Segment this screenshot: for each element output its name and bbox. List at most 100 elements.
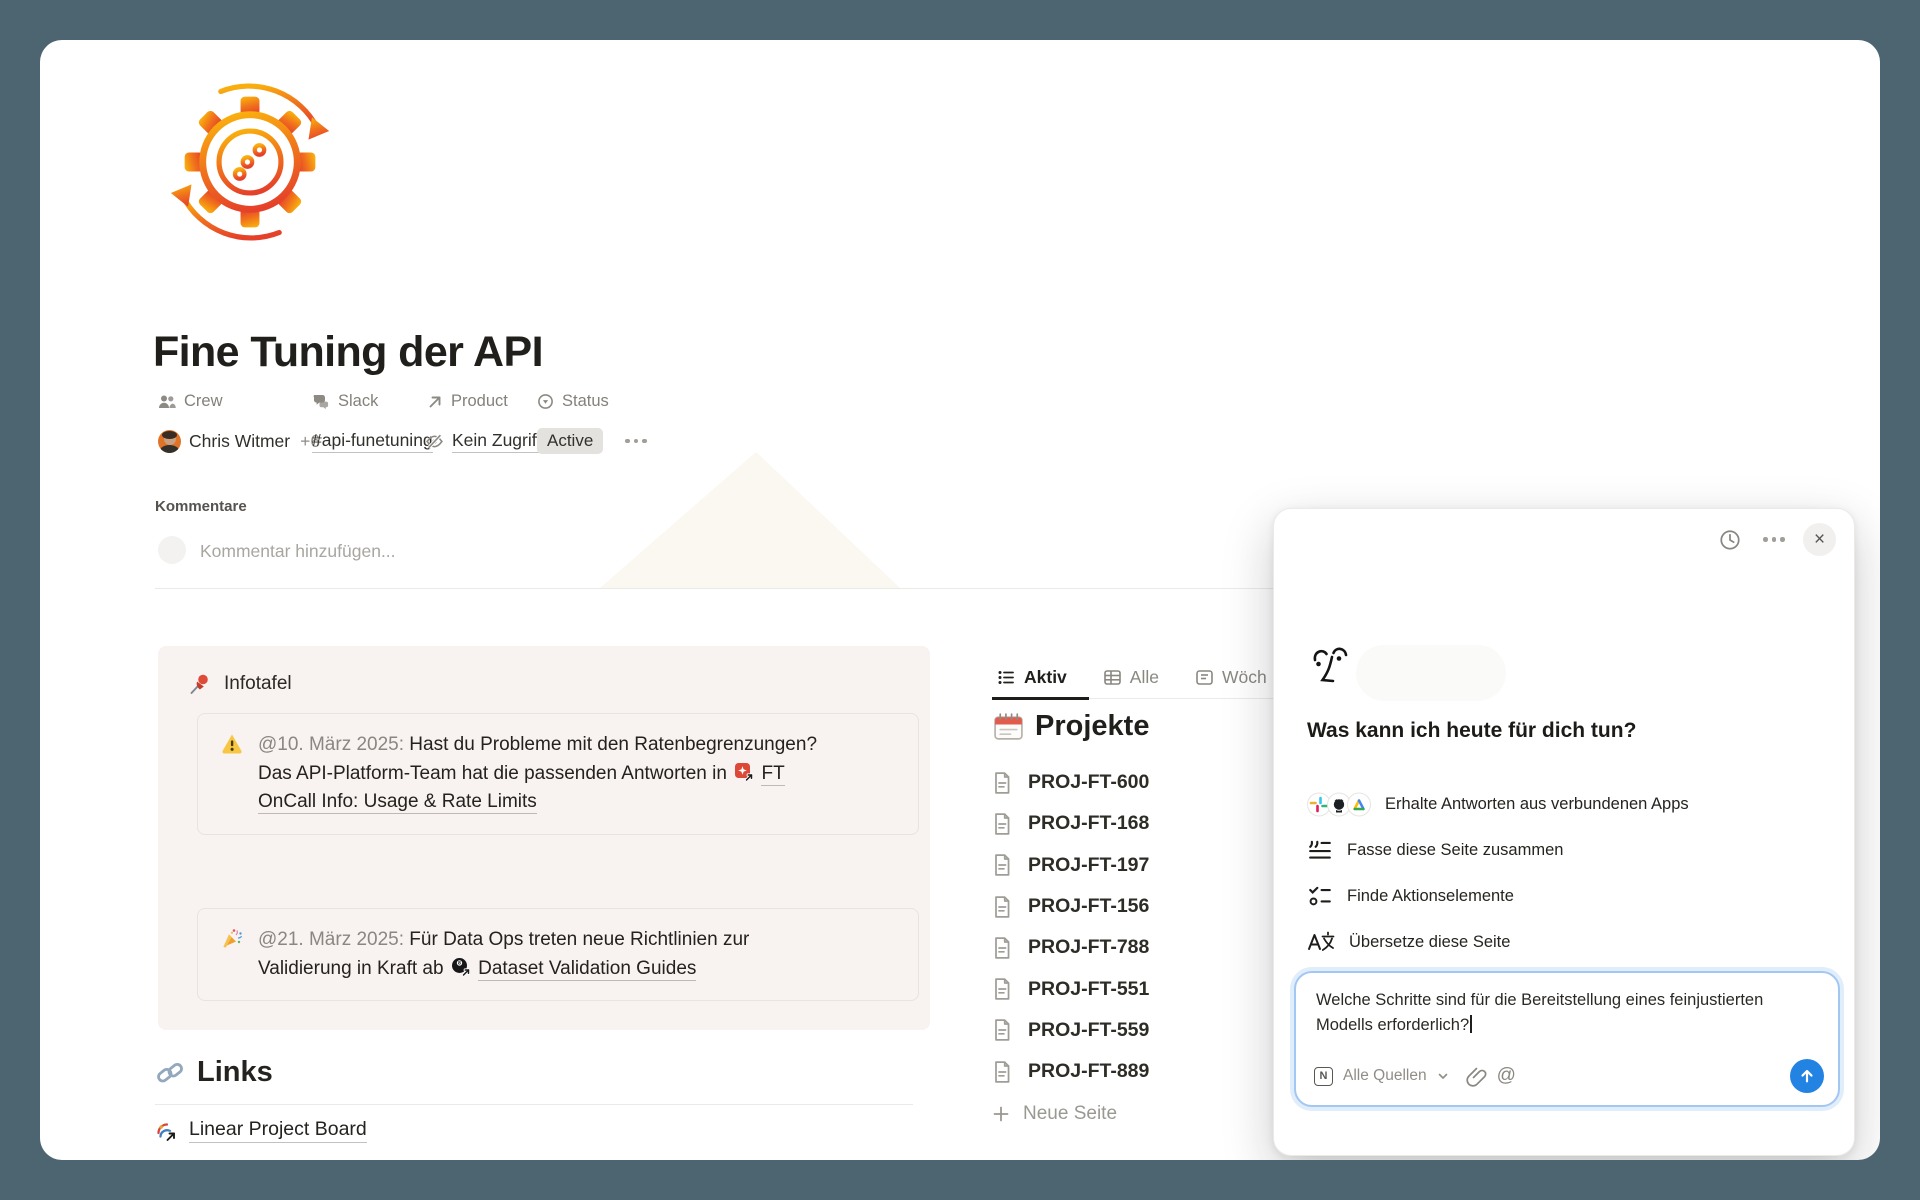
notice-validation: @21. März 2025: Für Data Ops treten neue… [197,908,919,1001]
board-view-icon [1195,668,1214,687]
property-label-product[interactable]: Product [427,392,508,411]
property-slack-value[interactable]: #api-funetuning [312,426,433,456]
history-button[interactable] [1715,525,1745,555]
prompt-text: Welche Schritte sind für die Bereitstell… [1316,988,1821,1038]
sources-selector[interactable]: Alle Quellen [1343,1067,1427,1085]
pushpin-icon [188,672,212,696]
notion-ai-face-icon [1308,643,1352,691]
translate-icon [1307,930,1335,954]
prompt-toolbar: N Alle Quellen @ [1314,1059,1824,1093]
notice-rate-limits: @10. März 2025: Hast du Probleme mit den… [197,713,919,835]
status-target-icon [537,393,554,410]
document-icon [992,1018,1012,1042]
tab-alle[interactable]: Alle [1098,667,1164,688]
document-icon [992,895,1012,919]
page-hero-gear-icon[interactable] [164,76,336,248]
comments-section-label: Kommentare [155,498,247,515]
linear-project-board-link[interactable]: Linear Project Board [155,1118,367,1143]
project-row[interactable]: PROJ-FT-600 [992,762,1282,803]
ellipsis-icon [1763,537,1785,542]
linear-favicon-icon [155,1120,177,1142]
close-icon: × [1814,529,1825,551]
infotafel-callout: Infotafel @10. März 2025: Hast du Proble… [158,646,930,1030]
tab-aktiv[interactable]: Aktiv [992,667,1072,688]
ai-assistant-popup: × Was kann ich heute für dich tun? [1273,508,1855,1156]
projects-heading: Projekte [992,710,1149,743]
project-list: PROJ-FT-600 PROJ-FT-168 PROJ-FT-197 [992,762,1282,1092]
attach-file-button[interactable] [1465,1065,1487,1087]
more-properties-button[interactable] [625,426,647,456]
property-status-value[interactable]: Active [537,426,603,456]
party-popper-icon [220,926,244,983]
mention-button[interactable]: @ [1497,1065,1516,1087]
project-row[interactable]: PROJ-FT-551 [992,968,1282,1009]
project-row[interactable]: PROJ-FT-197 [992,845,1282,886]
board-tabs: Aktiv Alle Wöch [992,660,1272,694]
links-section-heading: Links [155,1056,273,1089]
property-label-slack[interactable]: Slack [312,392,378,411]
plus-icon [992,1105,1010,1123]
document-icon [992,771,1012,795]
page-title: Fine Tuning der API [153,328,543,377]
chain-link-icon [155,1058,185,1088]
project-row[interactable]: PROJ-FT-559 [992,1010,1282,1051]
checklist-icon [1307,883,1333,909]
warning-icon [220,731,244,817]
summarize-icon [1307,837,1333,863]
oncall-page-icon [734,762,754,782]
tab-woech[interactable]: Wöch [1190,667,1272,688]
validation-link[interactable]: Dataset Validation Guides [478,958,696,981]
links-divider [155,1104,913,1105]
text-caret [1470,1015,1472,1033]
project-row[interactable]: PROJ-FT-156 [992,886,1282,927]
status-badge: Active [537,428,603,454]
document-icon [992,1060,1012,1084]
chevron-down-icon[interactable] [1437,1070,1449,1082]
send-button[interactable] [1790,1059,1824,1093]
calendar-icon [992,710,1025,743]
suggestion-connected-apps[interactable]: Erhalte Antworten aus verbundenen Apps [1307,781,1689,827]
close-button[interactable]: × [1803,523,1836,556]
ai-greeting: Was kann ich heute für dich tun? [1307,719,1636,743]
document-icon [992,812,1012,836]
svg-text:8: 8 [458,960,461,966]
popup-header: × [1715,523,1836,556]
ai-prompt-input[interactable]: Welche Schritte sind für die Bereitstell… [1294,971,1840,1107]
new-page-button[interactable]: Neue Seite [992,1093,1117,1134]
eightball-page-icon: 8 [451,957,471,977]
document-icon [992,977,1012,1001]
project-row[interactable]: PROJ-FT-889 [992,1051,1282,1092]
arrow-up-right-icon [427,394,443,410]
document-icon [992,853,1012,877]
list-view-icon [997,668,1016,687]
notion-logo-icon: N [1314,1067,1333,1086]
comment-avatar-placeholder [158,536,186,564]
background-watermark [600,452,900,588]
property-product-value[interactable]: Kein Zugriff [425,426,541,456]
property-crew-value[interactable]: Chris Witmer +6 [158,426,320,456]
ai-face-glow [1356,645,1506,701]
ellipsis-icon [625,439,647,444]
connected-apps-icons [1307,791,1371,818]
ai-suggestions: Erhalte Antworten aus verbundenen Apps F… [1307,781,1689,965]
property-label-crew[interactable]: Crew [158,392,223,411]
document-icon [992,936,1012,960]
suggestion-action-items[interactable]: Finde Aktionselemente [1307,873,1689,919]
suggestion-translate[interactable]: Übersetze diese Seite [1307,919,1689,965]
active-tab-underline [992,697,1089,700]
more-options-button[interactable] [1759,525,1789,555]
project-row[interactable]: PROJ-FT-788 [992,927,1282,968]
chat-bubbles-icon [312,393,330,410]
infotafel-title-row: Infotafel [188,672,292,696]
suggestion-summarize[interactable]: Fasse diese Seite zusammen [1307,827,1689,873]
notion-page: Fine Tuning der API Crew Chris Witmer +6… [40,40,1880,1160]
notice-text: @10. März 2025: Hast du Probleme mit den… [258,731,818,817]
notice-text: @21. März 2025: Für Data Ops treten neue… [258,926,818,983]
people-icon [158,393,176,410]
table-view-icon [1103,668,1122,687]
project-row[interactable]: PROJ-FT-168 [992,803,1282,844]
eye-off-icon [425,432,444,451]
property-label-status[interactable]: Status [537,392,609,411]
avatar [158,430,181,453]
comment-input[interactable]: Kommentar hinzufügen... [200,541,396,562]
